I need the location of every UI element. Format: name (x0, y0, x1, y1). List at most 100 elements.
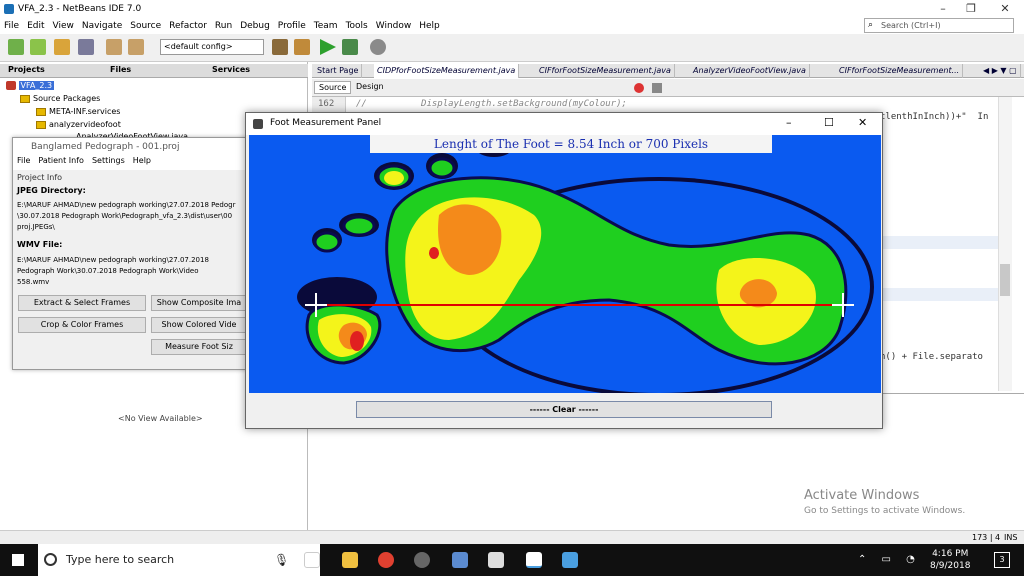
menu-help[interactable]: Help (133, 156, 151, 170)
tab-files[interactable]: Files (110, 65, 131, 74)
netbeans-taskbar-icon[interactable] (562, 552, 578, 568)
scrollbar[interactable] (998, 97, 1012, 391)
line-number: 162 (318, 99, 335, 109)
project-icon (6, 81, 16, 90)
config-select[interactable]: <default config> (160, 39, 264, 55)
menu-edit[interactable]: Edit (27, 21, 44, 31)
menu-run[interactable]: Run (215, 21, 232, 31)
menu-source[interactable]: Source (130, 21, 161, 31)
obs-icon[interactable] (414, 552, 430, 568)
design-tab[interactable]: Design (352, 81, 388, 92)
ide-title: VFA_2.3 - NetBeans IDE 7.0 (18, 4, 142, 14)
minimize-icon[interactable]: – (786, 116, 792, 129)
pressure-map (297, 139, 874, 393)
menu-tools[interactable]: Tools (346, 21, 368, 31)
tab-services[interactable]: Services (212, 65, 250, 74)
jpeg-path: \30.07.2018 Pedograph Work\Pedograph_vfa… (17, 212, 233, 220)
system-tray-icons[interactable]: ⌃ ▭ ◔ (858, 554, 921, 565)
scrollbar-thumb[interactable] (1000, 264, 1010, 296)
menu-profile[interactable]: Profile (278, 21, 306, 31)
ide-search-input[interactable]: Search (Ctrl+I) (864, 18, 1014, 33)
maximize-icon[interactable]: ☐ (824, 116, 834, 129)
media-app-icon[interactable] (488, 552, 504, 568)
menu-debug[interactable]: Debug (240, 21, 270, 31)
tree-item-source-packages[interactable]: Source Packages (20, 94, 100, 103)
tab-cif[interactable]: CIFforFootSizeMeasurement.java (536, 64, 675, 78)
menu-navigate[interactable]: Navigate (82, 21, 122, 31)
tree-item-meta-inf[interactable]: META-INF.services (36, 107, 120, 116)
measure-foot-button[interactable]: Measure Foot Siz (151, 339, 247, 355)
menu-window[interactable]: Window (376, 21, 412, 31)
code-line: // DisplayLength.setBackground(myColour)… (356, 99, 627, 109)
cursor-position: 173 | 4 (972, 533, 1001, 542)
show-composite-button[interactable]: Show Composite Ima (151, 295, 247, 311)
menu-help[interactable]: Help (419, 21, 440, 31)
close-icon[interactable]: ✕ (858, 116, 867, 129)
jpeg-path: E:\MARUF AHMAD\new pedograph working\27.… (17, 201, 236, 209)
debug-icon[interactable] (342, 39, 358, 55)
wmv-path: 558.wmv (17, 278, 50, 286)
menu-settings[interactable]: Settings (92, 156, 125, 170)
taskbar-search[interactable]: Type here to search 🎙 (38, 544, 320, 576)
show-colored-video-button[interactable]: Show Colored Vide (151, 317, 247, 333)
windows-start-icon[interactable] (12, 554, 24, 566)
tab-start-page[interactable]: Start Page (314, 64, 363, 78)
virtualbox-icon[interactable] (452, 552, 468, 568)
redo-icon[interactable] (128, 39, 144, 55)
jpeg-path: proj.JPEGs\ (17, 223, 55, 231)
source-tab[interactable]: Source (314, 81, 352, 94)
foot-window-title-bar: Foot Measurement Panel – ☐ ✕ (246, 113, 882, 135)
tab-nav-arrows[interactable]: ◀ ▶ ▼ ▢ (980, 64, 1021, 78)
close-icon[interactable]: ✕ (990, 0, 1020, 18)
notification-icon[interactable]: 3 (994, 552, 1010, 568)
editor-tabs: Start Page CIDPforFootSizeMeasurement.ja… (312, 64, 1024, 78)
run-icon[interactable] (320, 39, 336, 55)
crop-color-button[interactable]: Crop & Color Frames (18, 317, 146, 333)
menu-team[interactable]: Team (314, 21, 338, 31)
tab-cidp[interactable]: CIDPforFootSizeMeasurement.java (374, 64, 520, 78)
minimize-icon[interactable]: – (928, 0, 958, 18)
stop-macro-icon[interactable] (652, 83, 662, 93)
menu-view[interactable]: View (53, 21, 74, 31)
foot-window-title: Foot Measurement Panel (270, 118, 382, 128)
menu-refactor[interactable]: Refactor (169, 21, 207, 31)
save-all-icon[interactable] (78, 39, 94, 55)
menu-file[interactable]: File (17, 156, 30, 170)
microphone-icon[interactable]: 🎙 (274, 544, 289, 576)
wmv-path: Pedograph Work\30.07.2018 Pedograph Work… (17, 267, 199, 275)
java-app-icon[interactable] (526, 552, 542, 568)
new-project-icon[interactable] (30, 39, 46, 55)
foot-pressure-image[interactable]: Lenght of The Foot = 8.54 Inch or 700 Pi… (249, 135, 881, 393)
tab-analyzer-view[interactable]: AnalyzerVideoFootView.java (690, 64, 810, 78)
new-file-icon[interactable] (8, 39, 24, 55)
restore-icon[interactable]: ❐ (956, 0, 986, 18)
menu-file[interactable]: File (4, 21, 19, 31)
build-icon[interactable] (272, 39, 288, 55)
pedograph-title-bar: Banglamed Pedograph - 001.proj (13, 138, 247, 156)
ide-title-bar: VFA_2.3 - NetBeans IDE 7.0 – ❐ ✕ (0, 0, 1024, 18)
foot-length-label: Lenght of The Foot = 8.54 Inch or 700 Pi… (370, 135, 772, 153)
tree-item-analyzervideofoot[interactable]: analyzervideofoot (36, 120, 121, 129)
undo-icon[interactable] (106, 39, 122, 55)
profile-icon[interactable] (370, 39, 386, 55)
tab-projects[interactable]: Projects (8, 65, 45, 74)
project-tabs: Projects Files Services (0, 64, 308, 78)
folder-icon (20, 94, 30, 103)
netbeans-icon (4, 4, 14, 14)
activation-watermark: Activate Windows Go to Settings to activ… (804, 488, 966, 516)
clear-button[interactable]: ------ Clear ------ (356, 401, 772, 418)
chrome-icon[interactable] (378, 552, 394, 568)
tree-item-project[interactable]: VFA_2.3 (6, 81, 55, 90)
menu-patient-info[interactable]: Patient Info (38, 156, 84, 170)
clean-build-icon[interactable] (294, 39, 310, 55)
task-view-icon[interactable] (304, 552, 320, 568)
pedograph-title: Banglamed Pedograph - 001.proj (31, 142, 180, 152)
foot-measurement-window: Foot Measurement Panel – ☐ ✕ Lenght of T… (245, 112, 883, 429)
extract-frames-button[interactable]: Extract & Select Frames (18, 295, 146, 311)
breakpoint-icon[interactable] (634, 83, 644, 93)
code-line: h() + File.separato (880, 352, 983, 362)
tab-cif-2[interactable]: CIFforFootSizeMeasurement... (836, 64, 964, 78)
open-project-icon[interactable] (54, 39, 70, 55)
system-clock[interactable]: 4:16 PM 8/9/2018 (930, 548, 970, 572)
file-explorer-icon[interactable] (342, 552, 358, 568)
